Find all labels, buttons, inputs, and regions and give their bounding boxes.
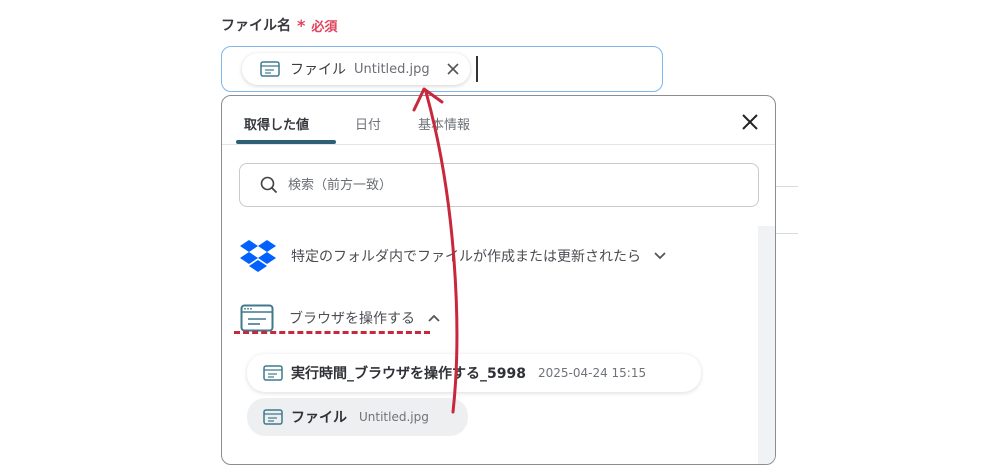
browser-window-icon — [240, 304, 274, 332]
active-tab-indicator — [236, 140, 336, 144]
annotation-dashed-underline — [234, 331, 430, 334]
search-icon — [260, 176, 278, 194]
chevron-down-icon — [654, 252, 666, 260]
item-label: ファイル — [291, 410, 347, 426]
browser-window-icon — [263, 409, 283, 425]
section-title: 特定のフォルダ内でファイルが作成または更新されたら — [291, 249, 641, 265]
chip-value: Untitled.jpg — [354, 61, 430, 77]
required-mark: * — [297, 15, 306, 35]
divider — [776, 233, 798, 234]
list-item[interactable]: 実行時間_ブラウザを操作する_5998 2025-04-24 15:15 — [247, 354, 701, 392]
dropbox-icon — [240, 240, 276, 272]
tab-basic-info[interactable]: 基本情報 — [418, 114, 470, 133]
file-chip[interactable]: ファイル Untitled.jpg — [242, 53, 470, 85]
close-icon[interactable] — [741, 113, 759, 131]
item-value: 2025-04-24 15:15 — [537, 366, 647, 380]
required-text: 必須 — [311, 19, 338, 35]
file-name-input[interactable]: ファイル Untitled.jpg — [221, 46, 663, 92]
value-picker-popup: 取得した値 日付 基本情報 特定のフォルダ内でファイルが作成または更新されたら — [221, 95, 776, 465]
item-value: Untitled.jpg — [359, 410, 429, 424]
browser-window-icon — [263, 365, 283, 381]
list-item[interactable]: ファイル Untitled.jpg — [247, 398, 468, 436]
section-dropbox-trigger[interactable]: 特定のフォルダ内でファイルが作成または更新されたら — [240, 239, 667, 273]
divider — [776, 186, 798, 187]
tab-date[interactable]: 日付 — [355, 114, 381, 133]
scrollbar[interactable] — [758, 226, 775, 464]
search-field[interactable] — [239, 163, 759, 207]
chip-name: ファイル — [290, 62, 346, 78]
section-title: ブラウザを操作する — [289, 311, 415, 327]
field-label-text: ファイル名 — [221, 18, 291, 34]
item-label: 実行時間_ブラウザを操作する_5998 — [291, 366, 526, 382]
section-browser-operation[interactable]: ブラウザを操作する — [240, 304, 441, 332]
tab-bar: 取得した値 日付 基本情報 — [222, 96, 775, 145]
search-input[interactable] — [286, 176, 730, 194]
field-label: ファイル名 * 必須 — [221, 15, 337, 35]
text-caret — [476, 56, 478, 82]
close-icon[interactable] — [446, 62, 460, 76]
browser-window-icon — [260, 61, 280, 77]
chevron-up-icon — [428, 314, 440, 322]
tab-acquired-values[interactable]: 取得した値 — [244, 114, 309, 133]
